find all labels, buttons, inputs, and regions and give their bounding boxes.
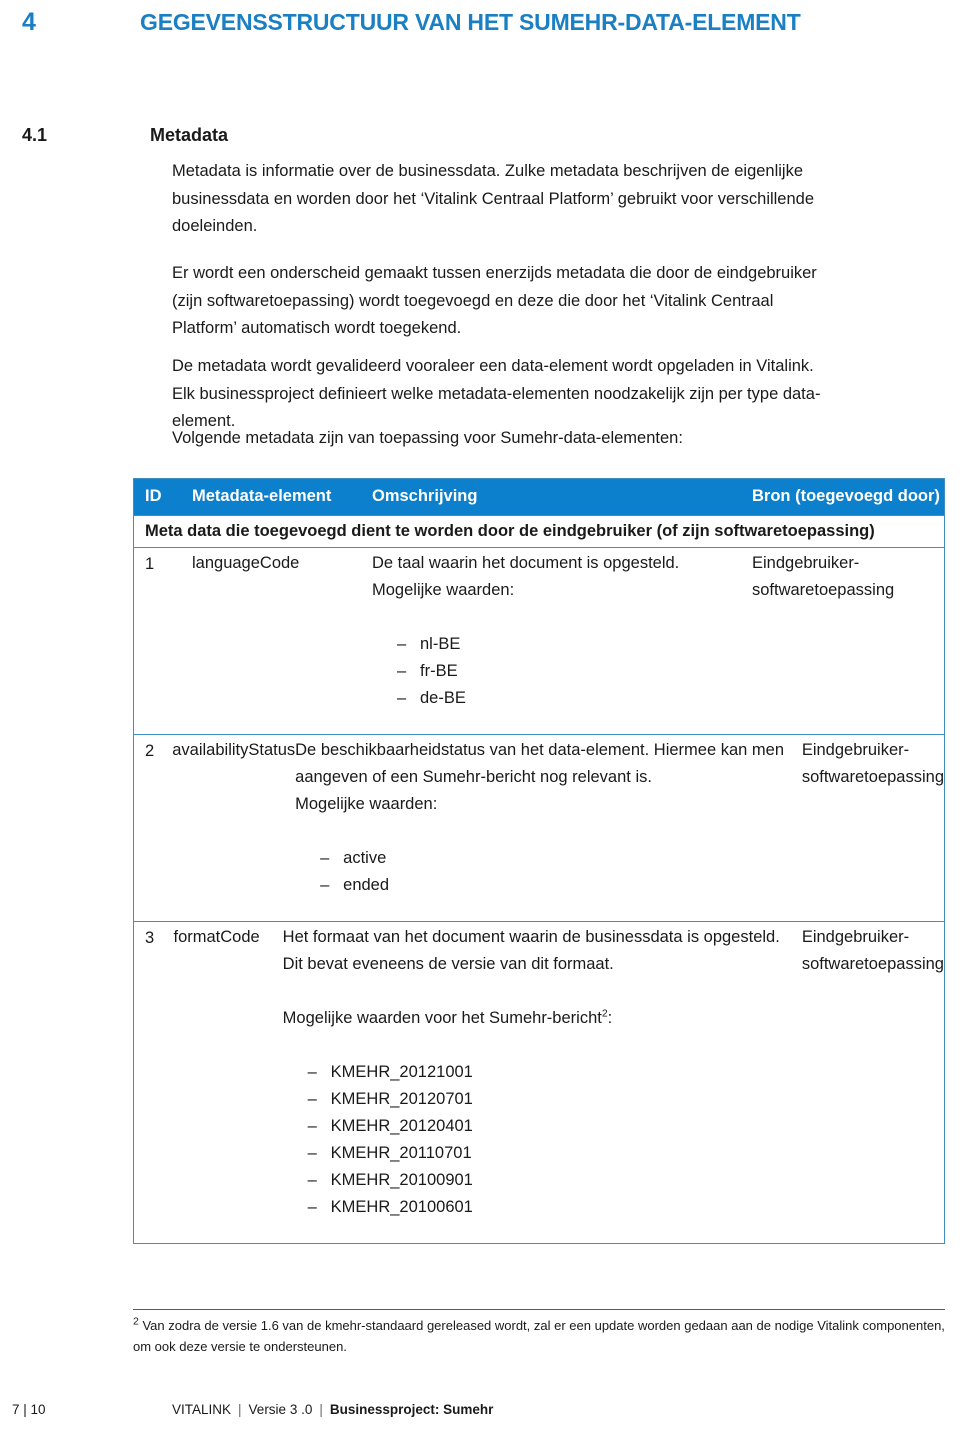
list-item: – active (320, 845, 788, 872)
footnote-text: Van zodra de versie 1.6 van de kmehr-sta… (133, 1318, 945, 1354)
cell-source: Eindgebruiker-softwaretoepassing (752, 554, 895, 599)
document-page: 4 GEGEVENSSTRUCTUUR VAN HET SUMEHR-DATA-… (0, 0, 960, 1439)
page-footer: 7 | 10 VITALINK | Versie 3 .0 | Business… (0, 1400, 960, 1420)
list-item-label: ended (343, 876, 390, 894)
table-row: 1 languageCode De taal waarin het docume… (134, 548, 944, 735)
dash-bullet-icon: – (307, 1171, 317, 1189)
column-header-bron: Bron (toegevoegd door) (752, 487, 940, 505)
value-list: – active – ended (295, 845, 788, 899)
list-item-label: active (343, 849, 387, 867)
section-title: Metadata (150, 125, 229, 145)
list-item-label: de-BE (420, 689, 466, 707)
section-heading: 4.1 Metadata (0, 122, 960, 148)
cell-element: availabilityStatus (172, 741, 296, 759)
list-item-label: KMEHR_20120401 (330, 1117, 473, 1135)
dash-bullet-icon: – (307, 1063, 317, 1081)
list-item: – de-BE (397, 685, 738, 712)
list-item: – KMEHR_20120401 (308, 1113, 788, 1140)
footer-separator: | (319, 1402, 323, 1417)
cell-description: De beschikbaarheidstatus van het data-el… (295, 737, 802, 921)
description-line: Mogelijke waarden: (295, 795, 438, 813)
dash-bullet-icon: – (397, 635, 407, 653)
paragraph-volgende: Volgende metadata zijn van toepassing vo… (172, 429, 683, 447)
list-item-label: KMEHR_20120701 (330, 1090, 473, 1108)
metadata-table: ID Metadata-element Omschrijving Bron (t… (133, 478, 945, 1244)
footer-separator: | (238, 1402, 242, 1417)
cell-id: 3 (145, 929, 155, 947)
description-line: De taal waarin het document is opgesteld… (372, 554, 680, 572)
footer-version: Versie 3 .0 (248, 1402, 313, 1417)
description-line-with-footnote: Mogelijke waarden voor het Sumehr-berich… (283, 1005, 788, 1032)
dash-bullet-icon: – (397, 689, 407, 707)
cell-id: 1 (145, 555, 155, 573)
column-header-id: ID (145, 487, 162, 505)
column-header-omschrijving: Omschrijving (372, 487, 478, 505)
value-list: – nl-BE – fr-BE – de-BE (372, 631, 738, 712)
list-item-label: KMEHR_20100901 (330, 1171, 473, 1189)
paragraph-validatie: De metadata wordt gevalideerd vooraleer … (172, 357, 821, 430)
cell-source: Eindgebruiker-softwaretoepassing (801, 928, 944, 973)
row-spacer (295, 899, 788, 921)
chapter-heading: 4 GEGEVENSSTRUCTUUR VAN HET SUMEHR-DATA-… (0, 6, 960, 38)
footer-brand: VITALINK (172, 1402, 232, 1417)
table-group-header: Meta data die toegevoegd dient te worden… (134, 515, 944, 548)
list-item: – fr-BE (397, 658, 738, 685)
dash-bullet-icon: – (307, 1090, 317, 1108)
description-line: Het formaat van het document waarin de b… (282, 928, 780, 973)
dash-bullet-icon: – (397, 662, 407, 680)
list-item: – ended (320, 872, 788, 899)
footnote-number: 2 (133, 1315, 139, 1328)
cell-id: 2 (145, 742, 155, 760)
cell-source: Eindgebruiker-softwaretoepassing (801, 741, 944, 786)
dash-bullet-icon: – (320, 876, 330, 894)
section-number: 4.1 (22, 125, 48, 145)
dash-bullet-icon: – (307, 1144, 317, 1162)
chapter-number: 4 (22, 8, 36, 36)
list-item-label: KMEHR_20121001 (330, 1063, 473, 1081)
chapter-title: GEGEVENSSTRUCTUUR VAN HET SUMEHR-DATA-EL… (140, 9, 801, 35)
row-spacer (283, 1221, 788, 1243)
cell-element: languageCode (192, 554, 300, 572)
paragraph-onderscheid: Er wordt een onderscheid gemaakt tussen … (172, 264, 817, 337)
description-line: Mogelijke waarden: (372, 581, 515, 599)
column-header-element: Metadata-element (192, 487, 332, 505)
table-header-row: ID Metadata-element Omschrijving Bron (t… (134, 479, 944, 515)
dash-bullet-icon: – (320, 849, 330, 867)
value-list: – KMEHR_20121001 – KMEHR_20120701 – KMEHR_2… (283, 1059, 788, 1221)
list-item-label: fr-BE (420, 662, 458, 680)
page-number: 7 | 10 (12, 1402, 46, 1417)
footnote: 2 Van zodra de versie 1.6 van de kmehr-s… (133, 1315, 945, 1357)
description-line: De beschikbaarheidstatus van het data-el… (295, 741, 784, 786)
list-item: – nl-BE (397, 631, 738, 658)
dash-bullet-icon: – (307, 1117, 317, 1135)
cell-description: De taal waarin het document is opgesteld… (372, 550, 752, 734)
list-item-label: KMEHR_20110701 (330, 1144, 472, 1162)
list-item: – KMEHR_20110701 (308, 1140, 788, 1167)
list-item: – KMEHR_20100901 (308, 1167, 788, 1194)
footnote-separator (133, 1309, 945, 1310)
row-spacer (372, 712, 738, 734)
table-row: 2 availabilityStatus De beschikbaarheids… (134, 735, 944, 922)
list-item: – KMEHR_20120701 (308, 1086, 788, 1113)
dash-bullet-icon: – (307, 1198, 317, 1216)
description-suffix: : (607, 1009, 613, 1027)
description-text: Mogelijke waarden voor het Sumehr-berich… (282, 1009, 602, 1027)
footer-project: Businessproject: Sumehr (329, 1402, 494, 1417)
table-row: 3 formatCode Het formaat van het documen… (134, 922, 944, 1243)
cell-description: Het formaat van het document waarin de b… (283, 924, 802, 1243)
list-item-label: KMEHR_20100601 (330, 1198, 473, 1216)
paragraph-intro: Metadata is informatie over de businessd… (172, 162, 815, 235)
list-item-label: nl-BE (420, 635, 461, 653)
list-item: – KMEHR_20100601 (308, 1194, 788, 1221)
cell-element: formatCode (173, 928, 260, 946)
list-item: – KMEHR_20121001 (308, 1059, 788, 1086)
